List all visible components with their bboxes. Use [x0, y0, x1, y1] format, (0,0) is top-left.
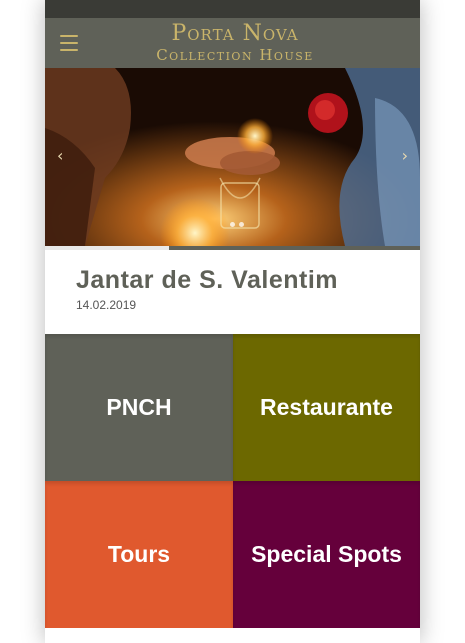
app-screen: Porta Nova Collection House ‹ › Jantar d…	[45, 0, 420, 643]
tile-label: Restaurante	[260, 394, 393, 420]
logo[interactable]: Porta Nova Collection House	[135, 21, 335, 65]
top-navbar: Porta Nova Collection House	[45, 18, 420, 68]
tile-pnch[interactable]: PNCH	[45, 334, 233, 481]
slider-dot-2[interactable]	[239, 222, 244, 227]
tile-label: Special Spots	[251, 541, 402, 567]
slider-dots	[228, 212, 246, 231]
article-date: 14.02.2019	[76, 298, 137, 312]
logo-line-2: Collection House	[156, 46, 314, 64]
slider-prev-button[interactable]: ‹	[57, 148, 63, 164]
hero-slider[interactable]: ‹ ›	[45, 68, 420, 246]
status-bar	[45, 0, 420, 18]
slider-dot-1[interactable]	[230, 222, 235, 227]
logo-line-1: Porta Nova	[171, 21, 299, 46]
article-title: Jantar de S. Valentim	[76, 266, 338, 294]
tile-restaurante[interactable]: Restaurante	[233, 334, 420, 481]
tile-label: PNCH	[106, 394, 172, 420]
tile-tours[interactable]: Tours	[45, 481, 233, 628]
slider-next-button[interactable]: ›	[402, 148, 408, 164]
tile-label: Tours	[107, 541, 171, 567]
article-card[interactable]: Jantar de S. Valentim 14.02.2019	[45, 250, 420, 334]
chevron-right-icon: ›	[401, 146, 408, 165]
bottom-strip	[45, 628, 420, 643]
tile-special-spots[interactable]: Special Spots	[233, 481, 420, 628]
hamburger-menu-icon[interactable]	[60, 35, 78, 51]
chevron-left-icon: ‹	[57, 146, 64, 165]
